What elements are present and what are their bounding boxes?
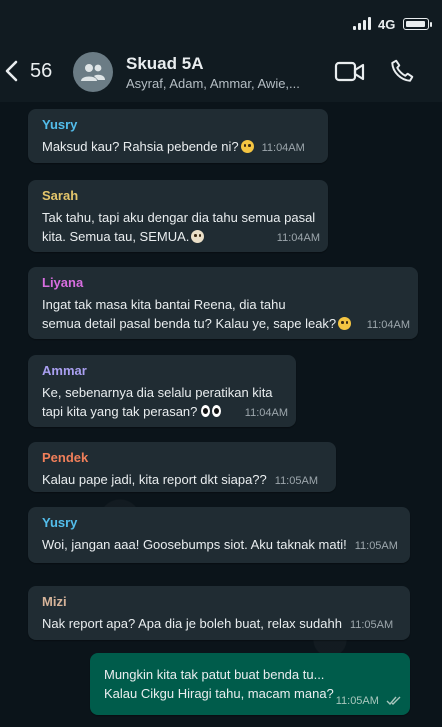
message-time: 11:05AM: [349, 619, 394, 631]
message-time: 11:04AM: [261, 142, 305, 154]
message-text: Mungkin kita tak patut buat benda tu...: [104, 667, 325, 682]
group-avatar[interactable]: [73, 52, 113, 92]
message-bubble[interactable]: Mizi Nak report apa? Apa dia je boleh bu…: [28, 586, 410, 640]
status-bar: 4G: [0, 0, 442, 40]
message-sender: Ammar: [42, 363, 87, 378]
signal-strength-icon: [353, 16, 373, 30]
outgoing-message-bubble[interactable]: Mungkin kita tak patut buat benda tu... …: [90, 653, 410, 715]
chevron-left-icon: [5, 60, 18, 82]
chat-header: 56 Skuad 5A Asyraf, Adam, Ammar, Awie,..…: [0, 40, 442, 102]
message-time: 11:05AM: [335, 695, 379, 707]
message-sender: Yusry: [42, 515, 78, 530]
message-sender: Yusry: [42, 117, 78, 132]
group-members[interactable]: Asyraf, Adam, Ammar, Awie,...: [126, 76, 300, 91]
flushed-face-emoji-icon: [240, 140, 254, 153]
message-sender: Liyana: [42, 275, 84, 290]
smiling-face-emoji-icon: [338, 317, 352, 330]
message-text: Tak tahu, tapi aku dengar dia tahu semua…: [42, 210, 316, 225]
video-call-button[interactable]: [334, 60, 366, 84]
message-sender: Mizi: [42, 594, 67, 609]
eyes-emoji-icon: [201, 405, 222, 417]
message-text: Woi, jangan aaa! Goosebumps siot. Aku ta…: [42, 537, 347, 552]
read-receipt-icon: [386, 696, 401, 706]
back-button[interactable]: 56: [4, 56, 56, 86]
message-text: Maksud kau? Rahsia pebende ni?: [42, 139, 239, 154]
message-text: Kalau Cikgu Hiragi tahu, macam mana?: [104, 686, 334, 701]
voice-call-button[interactable]: [389, 58, 415, 84]
fearful-face-emoji-icon: [191, 230, 205, 243]
message-text: Ke, sebenarnya dia selalu peratikan kita: [42, 385, 273, 400]
message-text: Ingat tak masa kita bantai Reena, dia ta…: [42, 297, 286, 312]
message-bubble[interactable]: Ammar Ke, sebenarnya dia selalu peratika…: [28, 355, 296, 427]
message-text: tapi kita yang tak perasan?: [42, 404, 198, 419]
message-time: 11:04AM: [276, 232, 320, 244]
group-icon: [81, 64, 105, 81]
phone-icon: [391, 59, 414, 82]
message-time: 11:04AM: [244, 407, 288, 419]
message-time-with-status: 11:05AM: [336, 695, 402, 707]
unread-count: 56: [30, 59, 53, 82]
message-text: kita. Semua tau, SEMUA.: [42, 229, 190, 244]
message-sender: Sarah: [42, 188, 79, 203]
message-bubble[interactable]: Yusry Woi, jangan aaa! Goosebumps siot. …: [28, 507, 410, 563]
message-time: 11:05AM: [274, 475, 318, 487]
message-bubble[interactable]: Yusry Maksud kau? Rahsia pebende ni? 11:0…: [28, 109, 328, 163]
message-bubble[interactable]: Sarah Tak tahu, tapi aku dengar dia tahu…: [28, 180, 328, 252]
message-text: Nak report apa? Apa dia je boleh buat, r…: [42, 616, 342, 631]
video-camera-icon: [334, 61, 365, 82]
message-bubble[interactable]: Pendek Kalau pape jadi, kita report dkt …: [28, 442, 336, 492]
network-type: 4G: [378, 17, 396, 32]
battery-icon: [403, 18, 432, 30]
group-title[interactable]: Skuad 5A: [126, 54, 203, 74]
message-time: 11:05AM: [354, 540, 398, 552]
message-time: 11:04AM: [366, 319, 410, 331]
message-sender: Pendek: [42, 450, 89, 465]
message-text: semua detail pasal benda tu? Kalau ye, s…: [42, 316, 337, 331]
message-bubble[interactable]: Liyana Ingat tak masa kita bantai Reena,…: [28, 267, 418, 339]
message-text: Kalau pape jadi, kita report dkt siapa??: [42, 472, 267, 487]
